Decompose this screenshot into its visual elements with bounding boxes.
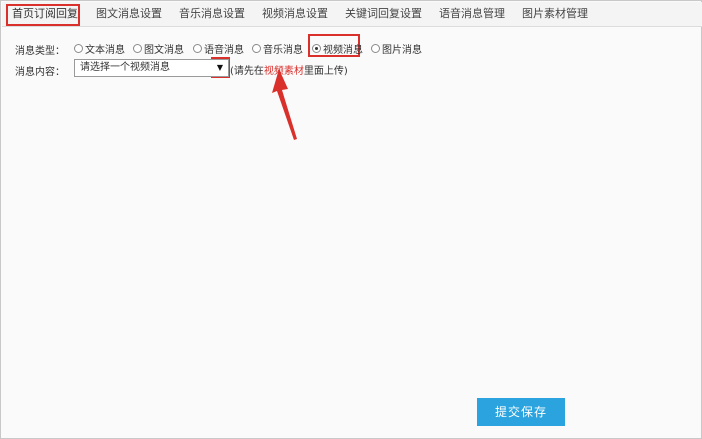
video-message-select[interactable]: 请选择一个视频消息 <box>74 59 229 77</box>
radio-circle-icon <box>193 44 202 53</box>
radio-news-message[interactable]: 图文消息 <box>133 41 184 56</box>
radio-label: 语音消息 <box>204 45 244 56</box>
message-content-label: 消息内容： <box>15 67 65 78</box>
radio-text-message[interactable]: 文本消息 <box>74 41 125 56</box>
dropdown-arrow-icon[interactable]: ▼ <box>213 60 227 76</box>
upload-hint: (请先在视频素材里面上传) <box>230 62 348 77</box>
tab-subscribe-reply[interactable]: 首页订阅回复 <box>12 2 78 27</box>
radio-music-message[interactable]: 音乐消息 <box>252 41 303 56</box>
message-type-options: 文本消息 图文消息 语音消息 音乐消息 视频消息 图片消息 <box>1 41 701 56</box>
radio-circle-icon <box>371 44 380 53</box>
tab-image-manage[interactable]: 图片素材管理 <box>522 2 588 27</box>
submit-save-button[interactable]: 提交保存 <box>477 398 565 426</box>
radio-circle-icon <box>133 44 142 53</box>
radio-circle-icon <box>74 44 83 53</box>
tab-video-settings[interactable]: 视频消息设置 <box>262 2 328 27</box>
radio-image-message[interactable]: 图片消息 <box>371 41 422 56</box>
radio-circle-icon <box>252 44 261 53</box>
radio-checked-icon <box>312 44 321 53</box>
select-value: 请选择一个视频消息 <box>80 62 170 73</box>
tab-music-settings[interactable]: 音乐消息设置 <box>179 2 245 27</box>
tab-news-settings[interactable]: 图文消息设置 <box>96 2 162 27</box>
page-frame: 首页订阅回复 图文消息设置 音乐消息设置 视频消息设置 关键词回复设置 语音消息… <box>0 0 702 439</box>
radio-label: 图片消息 <box>382 45 422 56</box>
radio-voice-message[interactable]: 语音消息 <box>193 41 244 56</box>
hint-prefix: (请先在 <box>230 66 264 77</box>
hint-suffix: 里面上传) <box>303 66 348 77</box>
tab-voice-manage[interactable]: 语音消息管理 <box>439 2 505 27</box>
radio-label: 图文消息 <box>144 45 184 56</box>
tab-bar: 首页订阅回复 图文消息设置 音乐消息设置 视频消息设置 关键词回复设置 语音消息… <box>2 2 702 27</box>
video-material-link[interactable]: 视频素材 <box>264 66 304 77</box>
radio-label: 文本消息 <box>85 45 125 56</box>
radio-label: 音乐消息 <box>263 45 303 56</box>
tab-keyword-reply[interactable]: 关键词回复设置 <box>345 2 422 27</box>
radio-label: 视频消息 <box>323 45 363 56</box>
radio-video-message[interactable]: 视频消息 <box>312 41 363 56</box>
